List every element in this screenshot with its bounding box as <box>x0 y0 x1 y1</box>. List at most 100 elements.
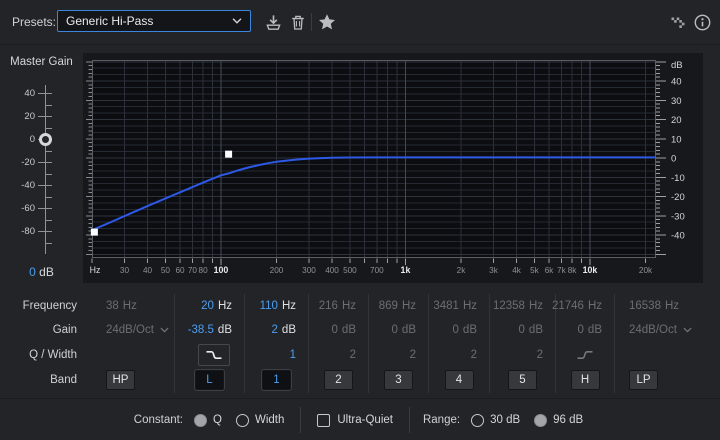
band-handle-1[interactable] <box>225 150 233 158</box>
gain-unit: dB <box>528 324 543 336</box>
slope-dropdown-lp: 24dB/Oct <box>615 318 700 342</box>
range-30db-radio[interactable]: 30 dB <box>471 413 520 427</box>
eq-column-5: 12358 Hz 0 dB 2 5 <box>489 294 555 393</box>
slider-tick <box>46 162 52 163</box>
radio-icon <box>534 413 548 427</box>
x-axis-tick-label: 40 <box>143 266 153 275</box>
gain-unit: dB <box>341 324 356 336</box>
band-button-1[interactable]: 1 <box>262 370 291 390</box>
slider-tick <box>46 242 52 244</box>
eq-column-lp: 16538 Hz 24dB/Oct LP <box>614 294 700 393</box>
ultra-quiet-checkbox[interactable]: Ultra-Quiet <box>317 413 393 427</box>
range-label: Range: <box>422 414 461 426</box>
gain-value-l[interactable]: -38.5 dB <box>175 318 244 342</box>
band-button-hp[interactable]: HP <box>106 370 135 390</box>
q-width-value-4: 2 <box>429 342 489 367</box>
y-axis-tick-label: 10 <box>671 134 682 145</box>
info-button[interactable] <box>692 12 712 32</box>
x-axis-tick-label: 700 <box>370 266 384 275</box>
routing-button[interactable] <box>668 12 688 32</box>
band-button-2[interactable]: 2 <box>324 370 353 390</box>
shelf-high-icon <box>577 350 593 359</box>
q-width-value-1[interactable]: 1 <box>245 342 308 367</box>
slider-tick <box>46 196 52 198</box>
x-axis-tick-label: 70 <box>188 266 198 275</box>
x-axis-tick-label: 400 <box>325 266 339 275</box>
slider-tick <box>46 185 52 186</box>
gain-value-3: 0 dB <box>369 318 428 342</box>
band-button-5[interactable]: 5 <box>508 370 537 390</box>
radio-icon <box>194 413 208 427</box>
y-axis-tick-label: -30 <box>671 211 685 222</box>
y-axis-tick-label: -20 <box>671 192 685 203</box>
save-preset-button[interactable] <box>263 12 283 32</box>
eq-column-h: 21746 Hz 0 dB H <box>552 294 614 393</box>
eq-column-hp: 38 Hz 24dB/Oct HP <box>86 294 174 393</box>
frequency-number: 38 <box>106 300 119 312</box>
preset-dropdown[interactable]: Generic Hi-Pass <box>57 10 251 32</box>
x-axis-tick-label: 100 <box>214 265 229 275</box>
band-button-4[interactable]: 4 <box>444 370 474 390</box>
y-axis-tick-label: 30 <box>671 96 682 107</box>
delete-preset-button[interactable] <box>288 12 308 32</box>
eq-row-labels: Frequency Gain Q / Width Band <box>0 294 86 393</box>
band-cell-4: 4 <box>429 367 489 393</box>
gain-unit: dB <box>587 324 602 336</box>
radio-label: 96 dB <box>553 414 584 426</box>
radio-label: Q <box>213 414 222 426</box>
slope-dropdown-hp: 24dB/Oct <box>86 318 174 342</box>
band-cell-h: H <box>556 367 614 393</box>
band-button-3[interactable]: 3 <box>384 370 413 390</box>
x-axis-tick-label: 3k <box>489 266 499 275</box>
constant-width-radio[interactable]: Width <box>235 413 285 427</box>
star-icon <box>319 14 335 30</box>
gain-value-2: 0 dB <box>309 318 368 342</box>
y-axis-tick-label: -10 <box>671 173 685 184</box>
band-cell-3: 3 <box>369 367 428 393</box>
frequency-value-1[interactable]: 110 Hz <box>245 294 308 318</box>
slider-tick <box>38 185 45 186</box>
x-axis-unit-label: Hz <box>90 265 101 275</box>
gain-number: 0 <box>518 324 525 336</box>
master-gain-value[interactable]: 0 dB <box>0 265 83 279</box>
master-gain-value-number: 0 <box>29 265 36 279</box>
frequency-value-5: 12358 Hz <box>490 294 555 318</box>
slider-tick-label: 40 <box>24 87 35 99</box>
range-96db-radio[interactable]: 96 dB <box>534 413 584 427</box>
master-gain-slider[interactable]: Master Gain 40 20 0 -20 -40 -60 -80 0 dB <box>0 53 83 293</box>
frequency-value-h: 21746 Hz <box>552 294 614 318</box>
slope-value: 24dB/Oct <box>629 324 677 336</box>
frequency-value-2: 216 Hz <box>309 294 368 318</box>
x-axis-tick-label: 500 <box>343 266 357 275</box>
band-cell-hp: HP <box>86 367 174 393</box>
band-button-l[interactable]: L <box>195 370 224 390</box>
frequency-unit: Hz <box>528 300 543 312</box>
q-width-value-l <box>175 342 244 367</box>
gain-value-1[interactable]: 2 dB <box>245 318 308 342</box>
shelf-type-button-l[interactable] <box>198 343 230 366</box>
band-handle-L[interactable] <box>90 228 98 236</box>
gain-value-h: 0 dB <box>556 318 614 342</box>
row-label-q-width: Q / Width <box>29 348 77 361</box>
slider-tick <box>46 208 52 209</box>
q-width-value-h <box>556 342 614 367</box>
frequency-value-lp: 16538 Hz <box>615 294 700 318</box>
footer-bar: Constant: Q Width Ultra-Quiet Range: 30 … <box>0 398 720 440</box>
slider-tick <box>46 93 52 94</box>
checkbox-label: Ultra-Quiet <box>337 414 393 426</box>
constant-q-radio[interactable]: Q <box>194 413 222 427</box>
frequency-number: 16538 <box>629 300 661 312</box>
eq-graph-panel: dB 40 30 20 10 0 -10 -20 -30 -40 Hz 30 40 50 60 70 80 100… <box>83 53 703 283</box>
favorite-preset-button[interactable] <box>317 12 337 32</box>
frequency-unit: Hz <box>122 300 137 312</box>
eq-graph[interactable]: dB403020100-10-20-30-40Hz 30 40 50 60 70 80 100… <box>83 53 703 283</box>
x-axis-tick-label: 2k <box>457 266 467 275</box>
master-gain-knob[interactable] <box>39 132 52 146</box>
frequency-value-l[interactable]: 20 Hz <box>175 294 244 318</box>
frequency-number: 12358 <box>492 300 525 312</box>
band-button-lp[interactable]: LP <box>629 370 658 390</box>
band-button-h[interactable]: H <box>570 370 600 390</box>
radio-label: Width <box>254 414 285 426</box>
gain-unit: dB <box>462 324 477 336</box>
q-width-value-3: 2 <box>369 342 428 367</box>
